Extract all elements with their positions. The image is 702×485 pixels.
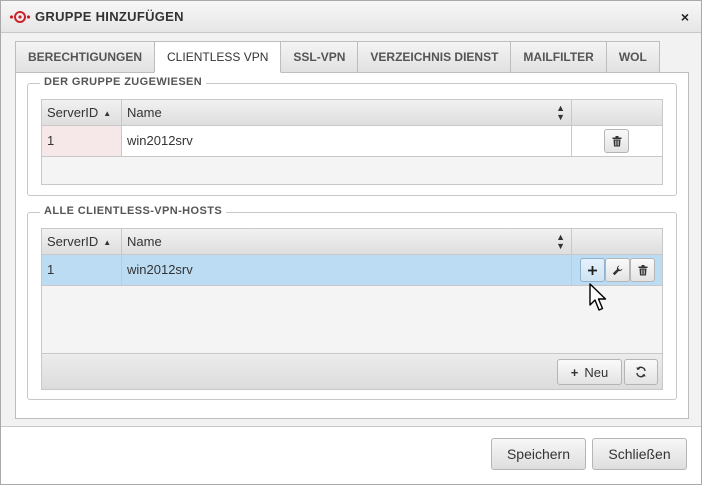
column-header-name[interactable]: Name ▲ ▼ bbox=[122, 100, 572, 126]
tab-clientless-vpn[interactable]: CLIENTLESS VPN bbox=[154, 41, 282, 73]
all-hosts-legend: ALLE CLIENTLESS-VPN-HOSTS bbox=[40, 205, 227, 217]
delete-button[interactable] bbox=[604, 129, 629, 153]
dialog-window: GRUPPE HINZUFÜGEN × BERECHTIGUNGEN CLIEN… bbox=[0, 0, 702, 485]
tab-wol[interactable]: WOL bbox=[605, 41, 660, 73]
tab-panel-clientless-vpn: DER GRUPPE ZUGEWIESEN ServerID ▲ Name ▲ ▼ 1… bbox=[15, 72, 689, 419]
sort-both-icon: ▲ ▼ bbox=[556, 103, 565, 122]
grid-toolbar: + Neu bbox=[42, 353, 662, 389]
tab-berechtigungen[interactable]: BERECHTIGUNGEN bbox=[15, 41, 156, 73]
cell-name: win2012srv bbox=[122, 126, 572, 156]
dialog-title: GRUPPE HINZUFÜGEN bbox=[35, 9, 184, 24]
cell-serverid: 1 bbox=[42, 126, 122, 156]
dialog-footer: Speichern Schließen bbox=[1, 426, 701, 484]
grid-empty-area bbox=[42, 157, 662, 184]
column-header-actions bbox=[572, 229, 662, 255]
all-hosts-group: ALLE CLIENTLESS-VPN-HOSTS ServerID ▲ Name… bbox=[27, 205, 677, 400]
logo-icon bbox=[9, 11, 31, 23]
plus-icon bbox=[588, 265, 597, 275]
assigned-grid-header: ServerID ▲ Name ▲ ▼ bbox=[42, 100, 662, 126]
column-header-serverid[interactable]: ServerID ▲ bbox=[42, 100, 122, 126]
cell-name: win2012srv bbox=[122, 255, 572, 285]
trash-icon bbox=[612, 135, 621, 146]
table-row[interactable]: 1 win2012srv bbox=[42, 255, 662, 286]
sort-both-icon: ▲ ▼ bbox=[556, 232, 565, 251]
wrench-icon bbox=[612, 265, 623, 275]
titlebar: GRUPPE HINZUFÜGEN × bbox=[1, 1, 701, 33]
save-button[interactable]: Speichern bbox=[491, 438, 586, 470]
trash-icon bbox=[638, 264, 647, 275]
sort-asc-icon: ▲ bbox=[103, 238, 112, 247]
assigned-legend: DER GRUPPE ZUGEWIESEN bbox=[40, 76, 207, 88]
new-button-label: Neu bbox=[584, 364, 609, 380]
close-button[interactable]: Schließen bbox=[592, 438, 687, 470]
sort-asc-icon: ▲ bbox=[103, 109, 112, 118]
assigned-grid: ServerID ▲ Name ▲ ▼ 1 win2012srv bbox=[41, 99, 663, 185]
column-header-actions bbox=[572, 100, 662, 126]
column-header-name[interactable]: Name ▲ ▼ bbox=[122, 229, 572, 255]
tab-bar: BERECHTIGUNGEN CLIENTLESS VPN SSL-VPN VE… bbox=[15, 41, 660, 73]
all-hosts-grid: ServerID ▲ Name ▲ ▼ 1 win2012srv + Neu bbox=[41, 228, 663, 390]
cell-actions bbox=[572, 255, 662, 285]
cell-actions bbox=[572, 126, 662, 156]
add-button[interactable] bbox=[580, 258, 605, 282]
grid-empty-area bbox=[42, 286, 662, 353]
column-header-serverid[interactable]: ServerID ▲ bbox=[42, 229, 122, 255]
plus-icon: + bbox=[570, 364, 579, 380]
delete-button[interactable] bbox=[630, 258, 655, 282]
edit-button[interactable] bbox=[605, 258, 630, 282]
assigned-group: DER GRUPPE ZUGEWIESEN ServerID ▲ Name ▲ ▼ 1… bbox=[27, 76, 677, 196]
dialog-body: BERECHTIGUNGEN CLIENTLESS VPN SSL-VPN VE… bbox=[1, 33, 701, 426]
all-hosts-grid-header: ServerID ▲ Name ▲ ▼ bbox=[42, 229, 662, 255]
close-icon[interactable]: × bbox=[681, 9, 689, 25]
table-row[interactable]: 1 win2012srv bbox=[42, 126, 662, 157]
cell-serverid: 1 bbox=[42, 255, 122, 285]
tab-mailfilter[interactable]: MAILFILTER bbox=[510, 41, 607, 73]
refresh-icon bbox=[636, 366, 646, 378]
refresh-button[interactable] bbox=[624, 359, 658, 385]
tab-ssl-vpn[interactable]: SSL-VPN bbox=[280, 41, 359, 73]
tab-verzeichnis-dienst[interactable]: VERZEICHNIS DIENST bbox=[357, 41, 512, 73]
mouse-pointer-icon bbox=[589, 283, 607, 311]
new-button[interactable]: + Neu bbox=[557, 359, 622, 385]
